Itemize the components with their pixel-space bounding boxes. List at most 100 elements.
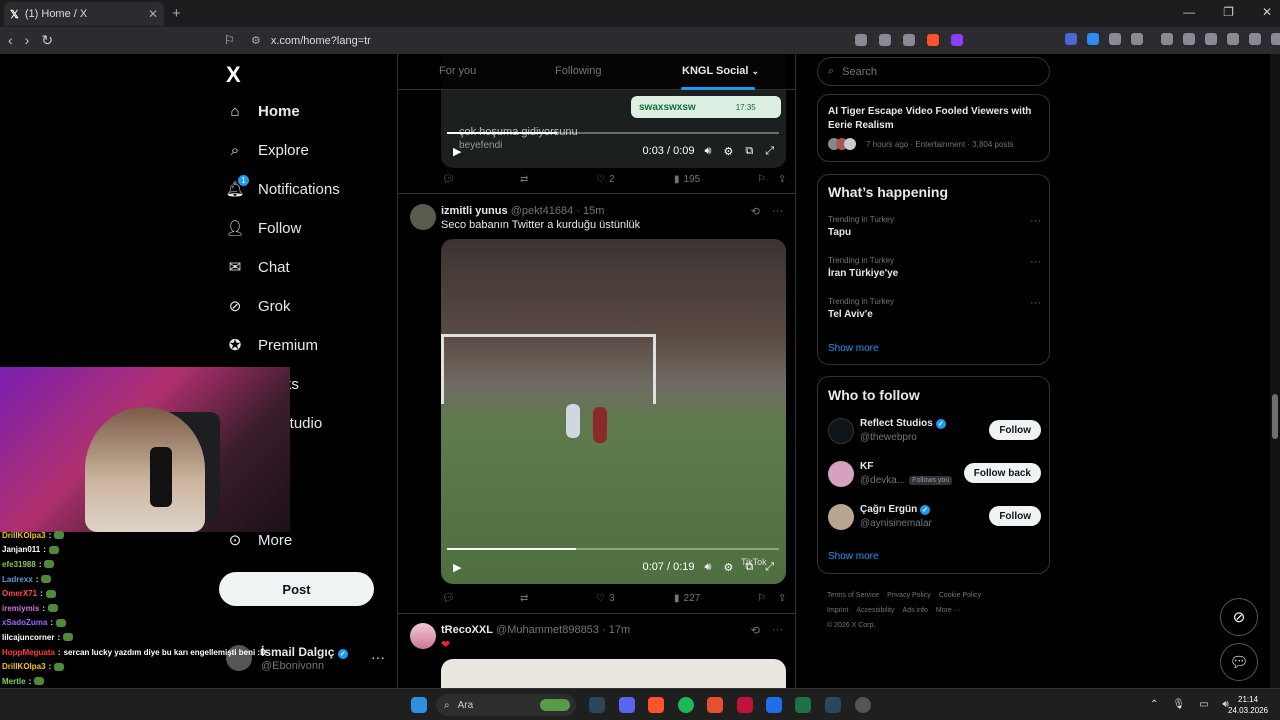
leo-icon[interactable] bbox=[1227, 33, 1239, 45]
footer-link[interactable]: © 2026 X Corp. bbox=[827, 622, 875, 629]
tab-for-you[interactable]: For you bbox=[439, 65, 476, 77]
new-tab-icon[interactable]: + bbox=[172, 5, 181, 22]
settings-icon[interactable]: ⚙ bbox=[723, 561, 733, 574]
x-logo[interactable]: X bbox=[226, 62, 241, 88]
adobe-icon[interactable] bbox=[737, 697, 753, 713]
footer-link[interactable]: More ··· bbox=[936, 607, 961, 614]
more-dots-icon[interactable]: ··· bbox=[1030, 215, 1041, 227]
footer-link[interactable]: Terms of Service bbox=[827, 592, 879, 599]
share-button[interactable]: ⇪ bbox=[778, 593, 786, 604]
steam-icon[interactable] bbox=[589, 697, 605, 713]
more-dots-icon[interactable]: ··· bbox=[772, 205, 783, 218]
views-button[interactable]: ▮ 195 bbox=[674, 174, 757, 185]
close-window-icon[interactable]: ✕ bbox=[1262, 5, 1272, 19]
volume-icon[interactable]: 🔊︎ bbox=[705, 145, 712, 158]
retweet-button[interactable]: ⇄ bbox=[520, 174, 596, 185]
volume-icon[interactable]: 🔊︎ bbox=[705, 561, 712, 574]
chat-fab-icon[interactable]: 💬︎ bbox=[1220, 643, 1258, 681]
suggestion-name[interactable]: KF bbox=[860, 461, 873, 472]
scrollbar[interactable] bbox=[1270, 54, 1280, 688]
share-button[interactable]: ⇪ bbox=[778, 174, 786, 185]
nav-item-follow[interactable]: 👤︎ Follow bbox=[225, 219, 301, 238]
pip-icon[interactable]: ⧉ bbox=[745, 561, 753, 574]
translate-icon[interactable] bbox=[855, 34, 867, 46]
tweet-time[interactable]: · 17m bbox=[602, 624, 630, 636]
play-icon[interactable]: ▶ bbox=[453, 145, 461, 158]
search-input[interactable]: ⌕ Search bbox=[817, 57, 1050, 86]
author-name[interactable]: tRecoXXL bbox=[441, 624, 493, 636]
tab-kngl-social[interactable]: KNGL Social ⌄ bbox=[682, 65, 759, 77]
reload-icon[interactable]: ↻ bbox=[41, 32, 53, 49]
footer-link[interactable]: Cookie Policy bbox=[939, 592, 981, 599]
steam-icon[interactable] bbox=[825, 697, 841, 713]
site-info-icon[interactable]: ⚙ bbox=[251, 34, 261, 47]
close-tab-icon[interactable]: ✕ bbox=[148, 7, 158, 21]
play-icon[interactable]: ▶ bbox=[453, 561, 461, 574]
author-name[interactable]: izmitli yunus bbox=[441, 205, 508, 217]
forward-icon[interactable]: › bbox=[25, 32, 30, 49]
app-icon[interactable] bbox=[766, 697, 782, 713]
puzzle-icon[interactable] bbox=[1109, 33, 1121, 45]
taskbar-search[interactable]: ⌕ Ara bbox=[436, 694, 576, 716]
brave-icon[interactable] bbox=[648, 697, 664, 713]
discord-icon[interactable] bbox=[619, 697, 635, 713]
bookmark-button[interactable]: ⚐ bbox=[757, 174, 766, 185]
extension-icon[interactable] bbox=[1065, 33, 1077, 45]
grok-fab-icon[interactable]: ⊘ bbox=[1220, 598, 1258, 636]
menu-icon[interactable] bbox=[1271, 33, 1280, 45]
follow-button[interactable]: Follow bbox=[989, 420, 1041, 440]
retweet-button[interactable]: ⇄ bbox=[520, 593, 596, 604]
show-more-link[interactable]: Show more bbox=[828, 343, 879, 354]
more-dots-icon[interactable]: ··· bbox=[371, 649, 385, 665]
nav-item-explore[interactable]: ⌕ Explore bbox=[226, 141, 309, 159]
windows-start-icon[interactable] bbox=[411, 697, 427, 713]
share-icon[interactable] bbox=[903, 34, 915, 46]
bookmark-button[interactable]: ⚐ bbox=[757, 593, 766, 604]
maximize-icon[interactable]: ❐ bbox=[1223, 5, 1234, 19]
sidebar-icon[interactable] bbox=[1183, 33, 1195, 45]
tab-following[interactable]: Following bbox=[555, 65, 601, 77]
nav-item-home[interactable]: ⌂ Home bbox=[226, 102, 299, 120]
tweet-time[interactable]: · 15m bbox=[576, 205, 604, 217]
nav-item-grok[interactable]: ⊘ Grok bbox=[226, 297, 291, 316]
grok-icon[interactable]: ⟲ bbox=[751, 624, 760, 637]
follow-suggestion[interactable]: Reflect Studios ✓ @thewebpro Follow bbox=[828, 418, 1041, 448]
avatar[interactable] bbox=[828, 504, 854, 530]
footer-link[interactable]: Imprint bbox=[827, 607, 848, 614]
more-dots-icon[interactable]: ··· bbox=[1030, 256, 1041, 268]
minimize-icon[interactable]: — bbox=[1183, 5, 1195, 19]
wallet-icon[interactable] bbox=[1205, 33, 1217, 45]
reply-button[interactable]: 💬︎ bbox=[442, 174, 520, 185]
avatar[interactable] bbox=[828, 461, 854, 487]
more-dots-icon[interactable]: ··· bbox=[772, 624, 783, 637]
top-story-card[interactable]: AI Tiger Escape Video Fooled Viewers wit… bbox=[817, 94, 1050, 162]
trend-item[interactable]: Trending in Turkey İran Türkiye'ye ··· bbox=[828, 256, 1041, 279]
vpn-icon[interactable] bbox=[1249, 33, 1261, 45]
clock[interactable]: 21:14 24.03.2026 bbox=[1228, 694, 1268, 716]
browser-tab[interactable]: 𝕏 (1) Home / X ✕ bbox=[4, 2, 164, 26]
bookmark-page-icon[interactable]: ⚐ bbox=[224, 33, 235, 47]
views-button[interactable]: ▮ 227 bbox=[674, 593, 757, 604]
tweet-video[interactable]: TikTok ▶ 0:07 / 0:19 🔊︎ ⚙ ⧉ ⤢ bbox=[441, 239, 786, 584]
suggestion-name[interactable]: Çağrı Ergün ✓ bbox=[860, 504, 931, 515]
author-handle[interactable]: @pekt41684 bbox=[511, 205, 574, 217]
nav-item-notifications[interactable]: 🔔︎ 1 Notifications bbox=[225, 175, 340, 198]
suggestion-name[interactable]: Reflect Studios ✓ bbox=[860, 418, 946, 429]
nav-item-chat[interactable]: ✉ Chat bbox=[226, 258, 290, 277]
avatar[interactable] bbox=[828, 418, 854, 444]
more-dots-icon[interactable]: ··· bbox=[1030, 297, 1041, 309]
like-button[interactable]: ♡ 2 bbox=[596, 174, 674, 185]
grok-icon[interactable]: ⟲ bbox=[751, 205, 760, 218]
footer-link[interactable]: Accessibility bbox=[856, 607, 894, 614]
back-icon[interactable]: ‹ bbox=[8, 32, 13, 49]
avatar[interactable] bbox=[410, 623, 436, 649]
cast-icon[interactable] bbox=[879, 34, 891, 46]
like-button[interactable]: ♡ 3 bbox=[596, 593, 674, 604]
excel-icon[interactable] bbox=[795, 697, 811, 713]
network-icon[interactable]: ▭ bbox=[1199, 699, 1208, 710]
nav-item-premium[interactable]: ✪ Premium bbox=[226, 336, 318, 355]
app-icon[interactable] bbox=[855, 697, 871, 713]
extension-icon[interactable] bbox=[1087, 33, 1099, 45]
show-more-link[interactable]: Show more bbox=[828, 551, 879, 562]
brave-rewards-icon[interactable] bbox=[951, 34, 963, 46]
